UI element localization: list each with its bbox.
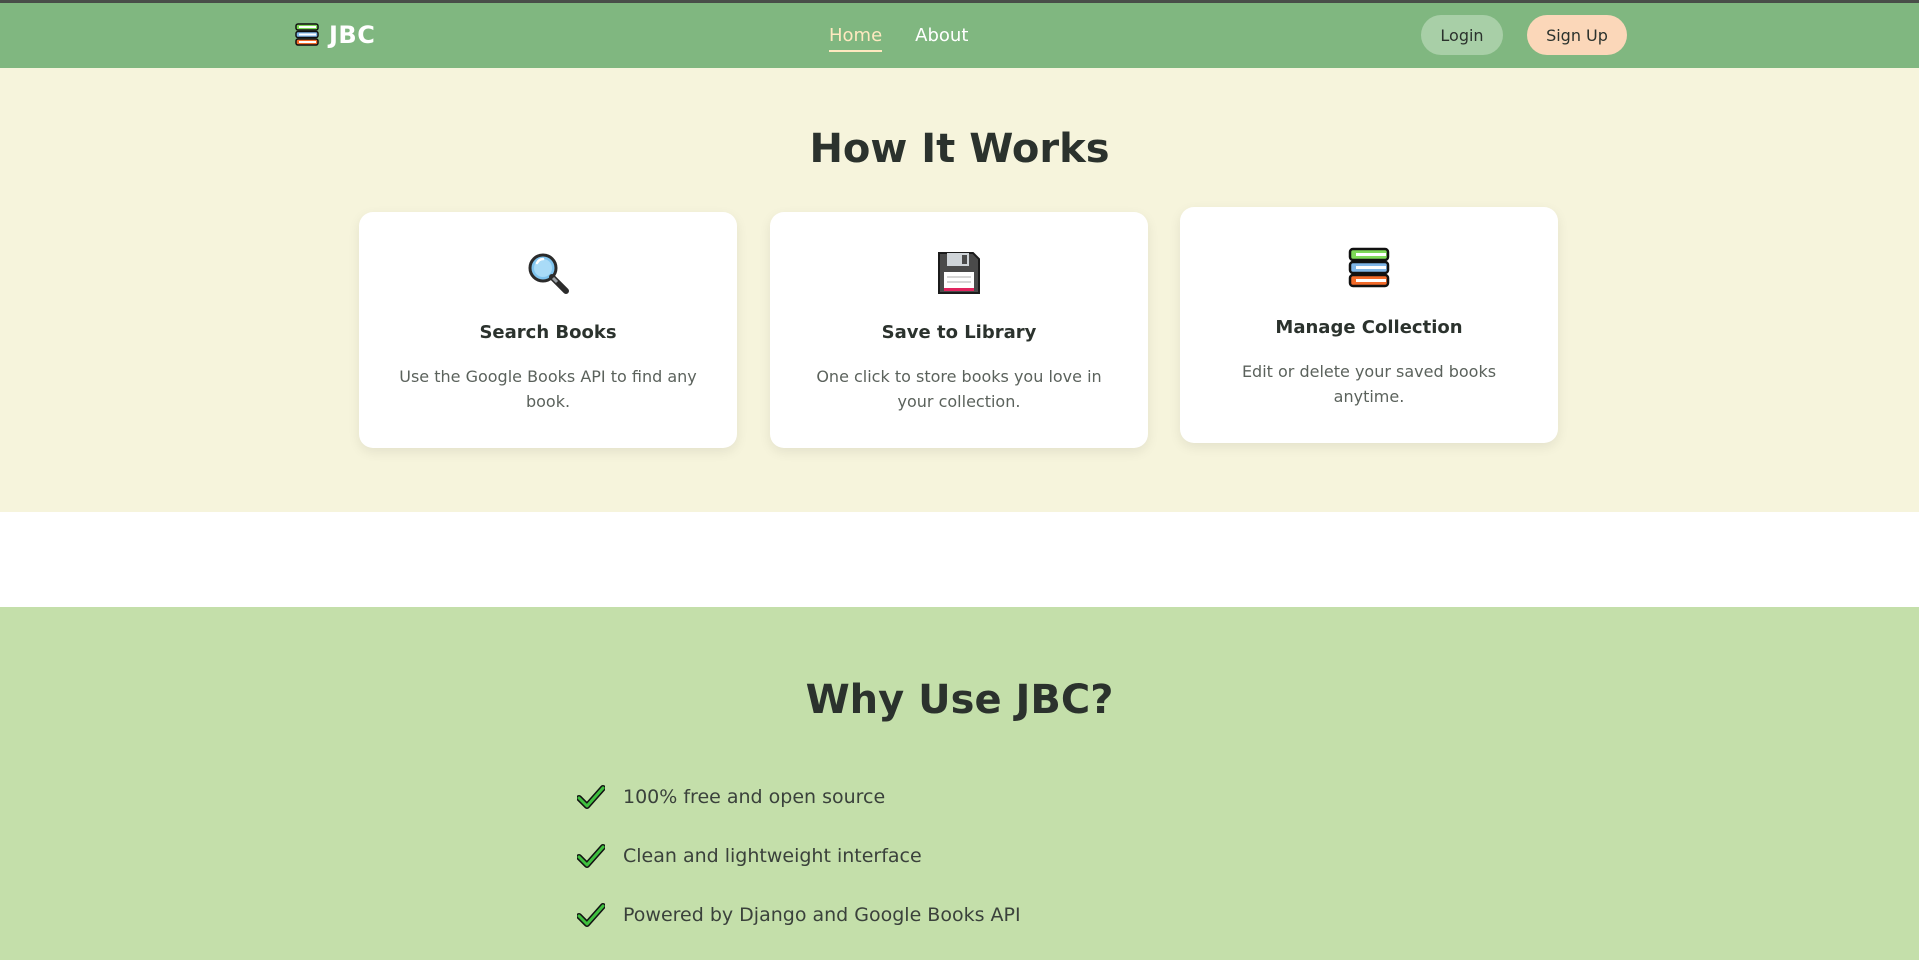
benefits-list: 100% free and open source Clean and ligh…: [577, 767, 1021, 944]
list-item: Clean and lightweight interface: [577, 826, 1021, 885]
card-search-books: Search Books Use the Google Books API to…: [359, 212, 737, 448]
nav-home-link[interactable]: Home: [829, 25, 883, 52]
card-title: Search Books: [479, 322, 617, 343]
card-description: One click to store books you love in you…: [816, 367, 1102, 411]
check-mark-icon: [577, 843, 605, 868]
nav-about-link[interactable]: About: [915, 25, 968, 52]
card-description: Use the Google Books API to find any boo…: [399, 367, 697, 411]
why-use-section: Why Use JBC? 100% free and open source C…: [0, 607, 1919, 960]
card-save-to-library: Save to Library One click to store books…: [770, 212, 1148, 448]
how-it-works-title: How It Works: [809, 126, 1110, 172]
signup-button[interactable]: Sign Up: [1527, 15, 1627, 55]
check-mark-icon: [577, 784, 605, 809]
benefit-text: 100% free and open source: [623, 785, 886, 808]
check-mark-icon: [577, 902, 605, 927]
main-nav: Home About: [829, 25, 968, 52]
navbar: JBC Home About Login Sign Up: [0, 3, 1919, 68]
magnifier-icon: [528, 253, 569, 294]
card-description: Edit or delete your saved books anytime.: [1241, 362, 1497, 406]
login-button[interactable]: Login: [1421, 15, 1503, 55]
how-it-works-section: How It Works Search Books Use the Google…: [0, 68, 1919, 512]
floppy-disk-icon: [938, 252, 980, 294]
brand[interactable]: JBC: [293, 20, 375, 50]
card-title: Save to Library: [881, 322, 1037, 343]
books-stack-icon: [295, 23, 319, 46]
books-stack-icon: [1348, 247, 1390, 288]
benefit-text: Powered by Django and Google Books API: [623, 903, 1021, 926]
brand-name: JBC: [329, 21, 376, 49]
list-item: Powered by Django and Google Books API: [577, 885, 1021, 944]
benefit-text: Clean and lightweight interface: [623, 844, 922, 867]
card-title: Manage Collection: [1275, 317, 1463, 338]
list-item: 100% free and open source: [577, 767, 1021, 826]
why-use-title: Why Use JBC?: [805, 677, 1114, 723]
card-manage-collection: Manage Collection Edit or delete your sa…: [1180, 207, 1558, 443]
